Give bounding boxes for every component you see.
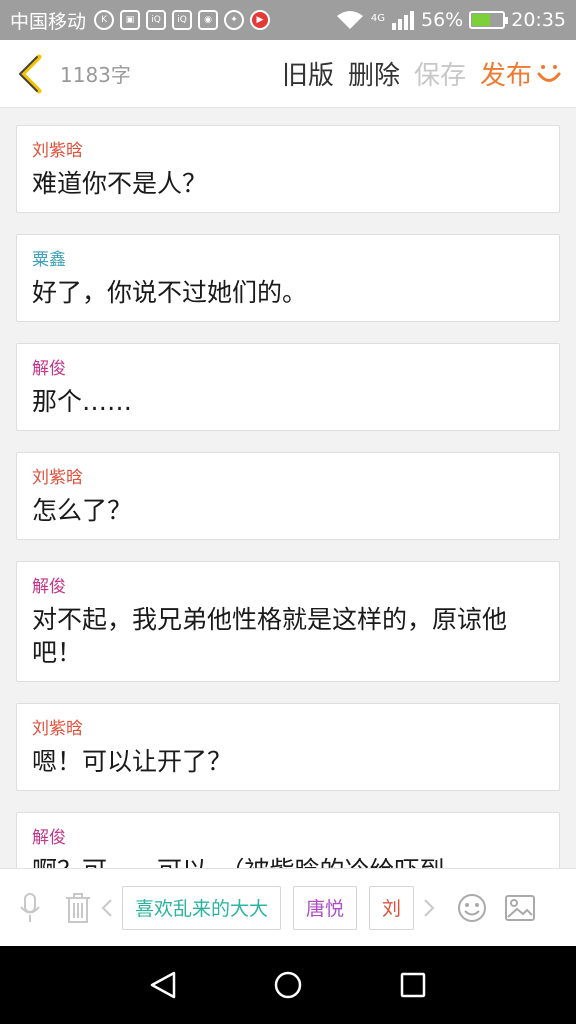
character-chip[interactable]: 唐悦 xyxy=(293,885,358,930)
signal-icon xyxy=(392,11,414,30)
emoji-icon xyxy=(458,893,486,922)
delete-button[interactable]: 删除 xyxy=(348,55,400,92)
message-card[interactable]: 解俊啊？可……可以。（被紫晗的冷给吓到 xyxy=(16,812,560,868)
message-card[interactable]: 粟鑫好了，你说不过她们的。 xyxy=(16,234,560,322)
carrier-label: 中国移动 xyxy=(10,10,87,33)
image-button[interactable] xyxy=(502,890,538,926)
network-type: 4G xyxy=(370,13,385,24)
battery-fill xyxy=(472,14,491,26)
message-text: 啊？可……可以。（被紫晗的冷给吓到 xyxy=(32,854,544,868)
emoji-button[interactable] xyxy=(454,890,490,926)
microphone-icon xyxy=(20,892,40,922)
sync-icon: ✦ xyxy=(224,10,245,30)
wifi-icon xyxy=(336,11,363,29)
message-text: 好了，你说不过她们的。 xyxy=(32,278,308,307)
back-button[interactable] xyxy=(0,40,60,108)
notification-icons: K ▣ iQ iQ ◉ ✦ ▶ xyxy=(94,10,271,30)
speaker-name: 刘紫晗 xyxy=(32,719,83,739)
record-icon: ▶ xyxy=(250,10,271,30)
message-text: 那个…… xyxy=(32,387,133,416)
character-chip[interactable]: 喜欢乱来的大大 xyxy=(122,885,282,930)
speaker-name: 解俊 xyxy=(32,359,66,379)
gallery-icon: ▣ xyxy=(120,10,141,30)
character-chip[interactable]: 刘 xyxy=(369,885,414,930)
message-card[interactable]: 刘紫晗难道你不是人？ xyxy=(16,125,560,213)
bottom-toolbar: 喜欢乱来的大大 唐悦刘 xyxy=(0,868,576,946)
message-text: 对不起，我兄弟他性格就是这样的，原谅他吧！ xyxy=(32,605,508,667)
system-nav-bar xyxy=(0,946,576,1024)
word-count: 1183字 xyxy=(60,63,131,87)
chips-scroll-left[interactable] xyxy=(96,890,118,926)
trash-button[interactable] xyxy=(60,890,96,926)
chips-scroll-right[interactable] xyxy=(418,890,440,926)
status-bar: 中国移动 K ▣ iQ iQ ◉ ✦ ▶ 4G 56% 20:35 xyxy=(0,0,576,40)
battery-icon xyxy=(469,11,509,29)
app-icon: ◉ xyxy=(198,10,219,30)
battery-percent: 56% xyxy=(421,9,464,31)
image-icon xyxy=(505,894,535,921)
chevron-right-icon xyxy=(424,898,435,917)
message-card[interactable]: 解俊那个…… xyxy=(16,343,560,431)
message-list: 刘紫晗 难道你不是人？ 粟鑫 好了，你说不过她们的。 解俊 那个…… 刘紫晗 怎么了？ 解俊 对不… xyxy=(0,108,576,868)
trash-icon xyxy=(66,892,90,923)
message-card[interactable]: 解俊对不起，我兄弟他性格就是这样的，原谅他吧！ xyxy=(16,561,560,682)
back-nav-icon[interactable] xyxy=(148,970,178,1000)
publish-label: 发布 xyxy=(479,61,532,91)
speaker-name: 解俊 xyxy=(32,828,66,848)
home-nav-icon[interactable] xyxy=(273,970,303,1000)
editor-header: 1183字 旧版 删除 保存 发布 xyxy=(0,40,576,108)
message-text: 难道你不是人？ xyxy=(32,169,208,198)
speaker-name: 粟鑫 xyxy=(32,250,66,270)
save-button[interactable]: 保存 xyxy=(414,55,466,92)
smile-icon xyxy=(537,64,561,82)
chevron-left-icon xyxy=(101,898,112,917)
message-text: 怎么了？ xyxy=(32,496,133,525)
clock: 20:35 xyxy=(511,9,566,31)
publish-button[interactable]: 发布 xyxy=(480,55,562,92)
message-card[interactable]: 刘紫晗嗯！可以让开了？ xyxy=(16,703,560,791)
old-version-button[interactable]: 旧版 xyxy=(282,55,334,92)
k-app-icon: K xyxy=(94,10,115,30)
recents-nav-icon[interactable] xyxy=(398,970,428,1000)
message-text: 嗯！可以让开了？ xyxy=(32,747,233,776)
iqiyi-icon-2: iQ xyxy=(172,10,193,30)
chevron-left-icon xyxy=(19,54,42,93)
speaker-name: 刘紫晗 xyxy=(32,468,83,488)
message-card[interactable]: 刘紫晗怎么了？ xyxy=(16,452,560,540)
speaker-name: 解俊 xyxy=(32,577,66,597)
iqiyi-icon: iQ xyxy=(146,10,167,30)
speaker-name: 刘紫晗 xyxy=(32,141,83,161)
character-chips: 喜欢乱来的大大 唐悦刘 xyxy=(122,885,414,930)
microphone-button[interactable] xyxy=(12,890,48,926)
